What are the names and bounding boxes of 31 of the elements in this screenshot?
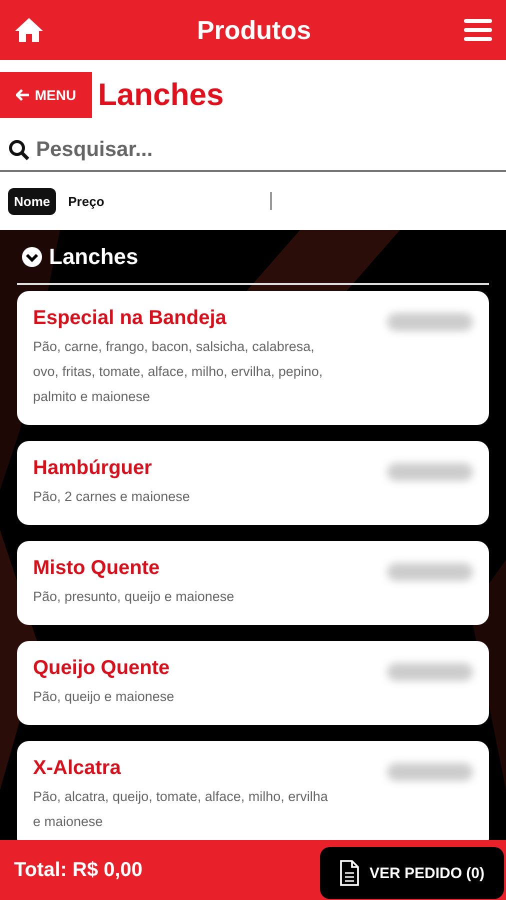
arrow-left-icon (16, 89, 30, 101)
back-button[interactable]: MENU (0, 72, 92, 118)
header-title: Produtos (196, 14, 312, 46)
product-card[interactable]: Queijo Quente Pão, queijo e maionese (17, 641, 489, 725)
product-description: Pão, presunto, queijo e maionese (33, 588, 234, 606)
chevron-down-icon (21, 246, 43, 268)
search-icon (8, 139, 30, 161)
product-description: Pão, 2 carnes e maionese (33, 488, 190, 506)
product-name: Especial na Bandeja (33, 307, 228, 330)
product-name: Misto Quente (33, 557, 161, 580)
product-name: Hambúrguer (33, 457, 153, 480)
menu-icon[interactable] (464, 18, 492, 42)
document-icon (339, 860, 360, 886)
search-field[interactable]: Pesquisar... (34, 137, 338, 163)
product-card[interactable]: Especial na Bandeja Pão, carne, frango, bacon, salsicha, calabresa, ovo, fritas, tomate, alface, milho, ervilha, pepino, palmito e maionese (17, 291, 489, 425)
product-name: X-Alcatra (33, 757, 122, 780)
product-description: Pão, queijo e maionese (33, 688, 174, 706)
category-header[interactable]: Lanches (17, 230, 489, 285)
product-name: Queijo Quente (33, 657, 171, 680)
product-description: Pão, carne, frango, bacon, salsicha, calabresa, ovo, fritas, tomate, alface, milho, ervilha, pepino, palmito e maionese (33, 338, 324, 406)
order-total: Total: R$ 0,00 (14, 858, 143, 882)
product-description: Pão, alcatra, queijo, tomate, alface, milho, ervilha e maionese (33, 788, 328, 831)
product-card[interactable]: Misto Quente Pão, presunto, queijo e maionese (17, 541, 489, 625)
view-order-button[interactable]: VER PEDIDO (0) (320, 847, 504, 899)
sort-option[interactable]: Nome (8, 188, 56, 214)
product-card[interactable]: X-Alcatra Pão, alcatra, queijo, tomate, alface, milho, ervilha e maionese (17, 741, 489, 840)
product-card[interactable]: Hambúrguer Pão, 2 carnes e maionese (17, 441, 489, 525)
sort-option[interactable]: Preço (62, 188, 110, 214)
category-title: Lanches (49, 244, 138, 270)
home-icon[interactable] (14, 17, 44, 43)
page-title: Lanches (98, 77, 224, 113)
